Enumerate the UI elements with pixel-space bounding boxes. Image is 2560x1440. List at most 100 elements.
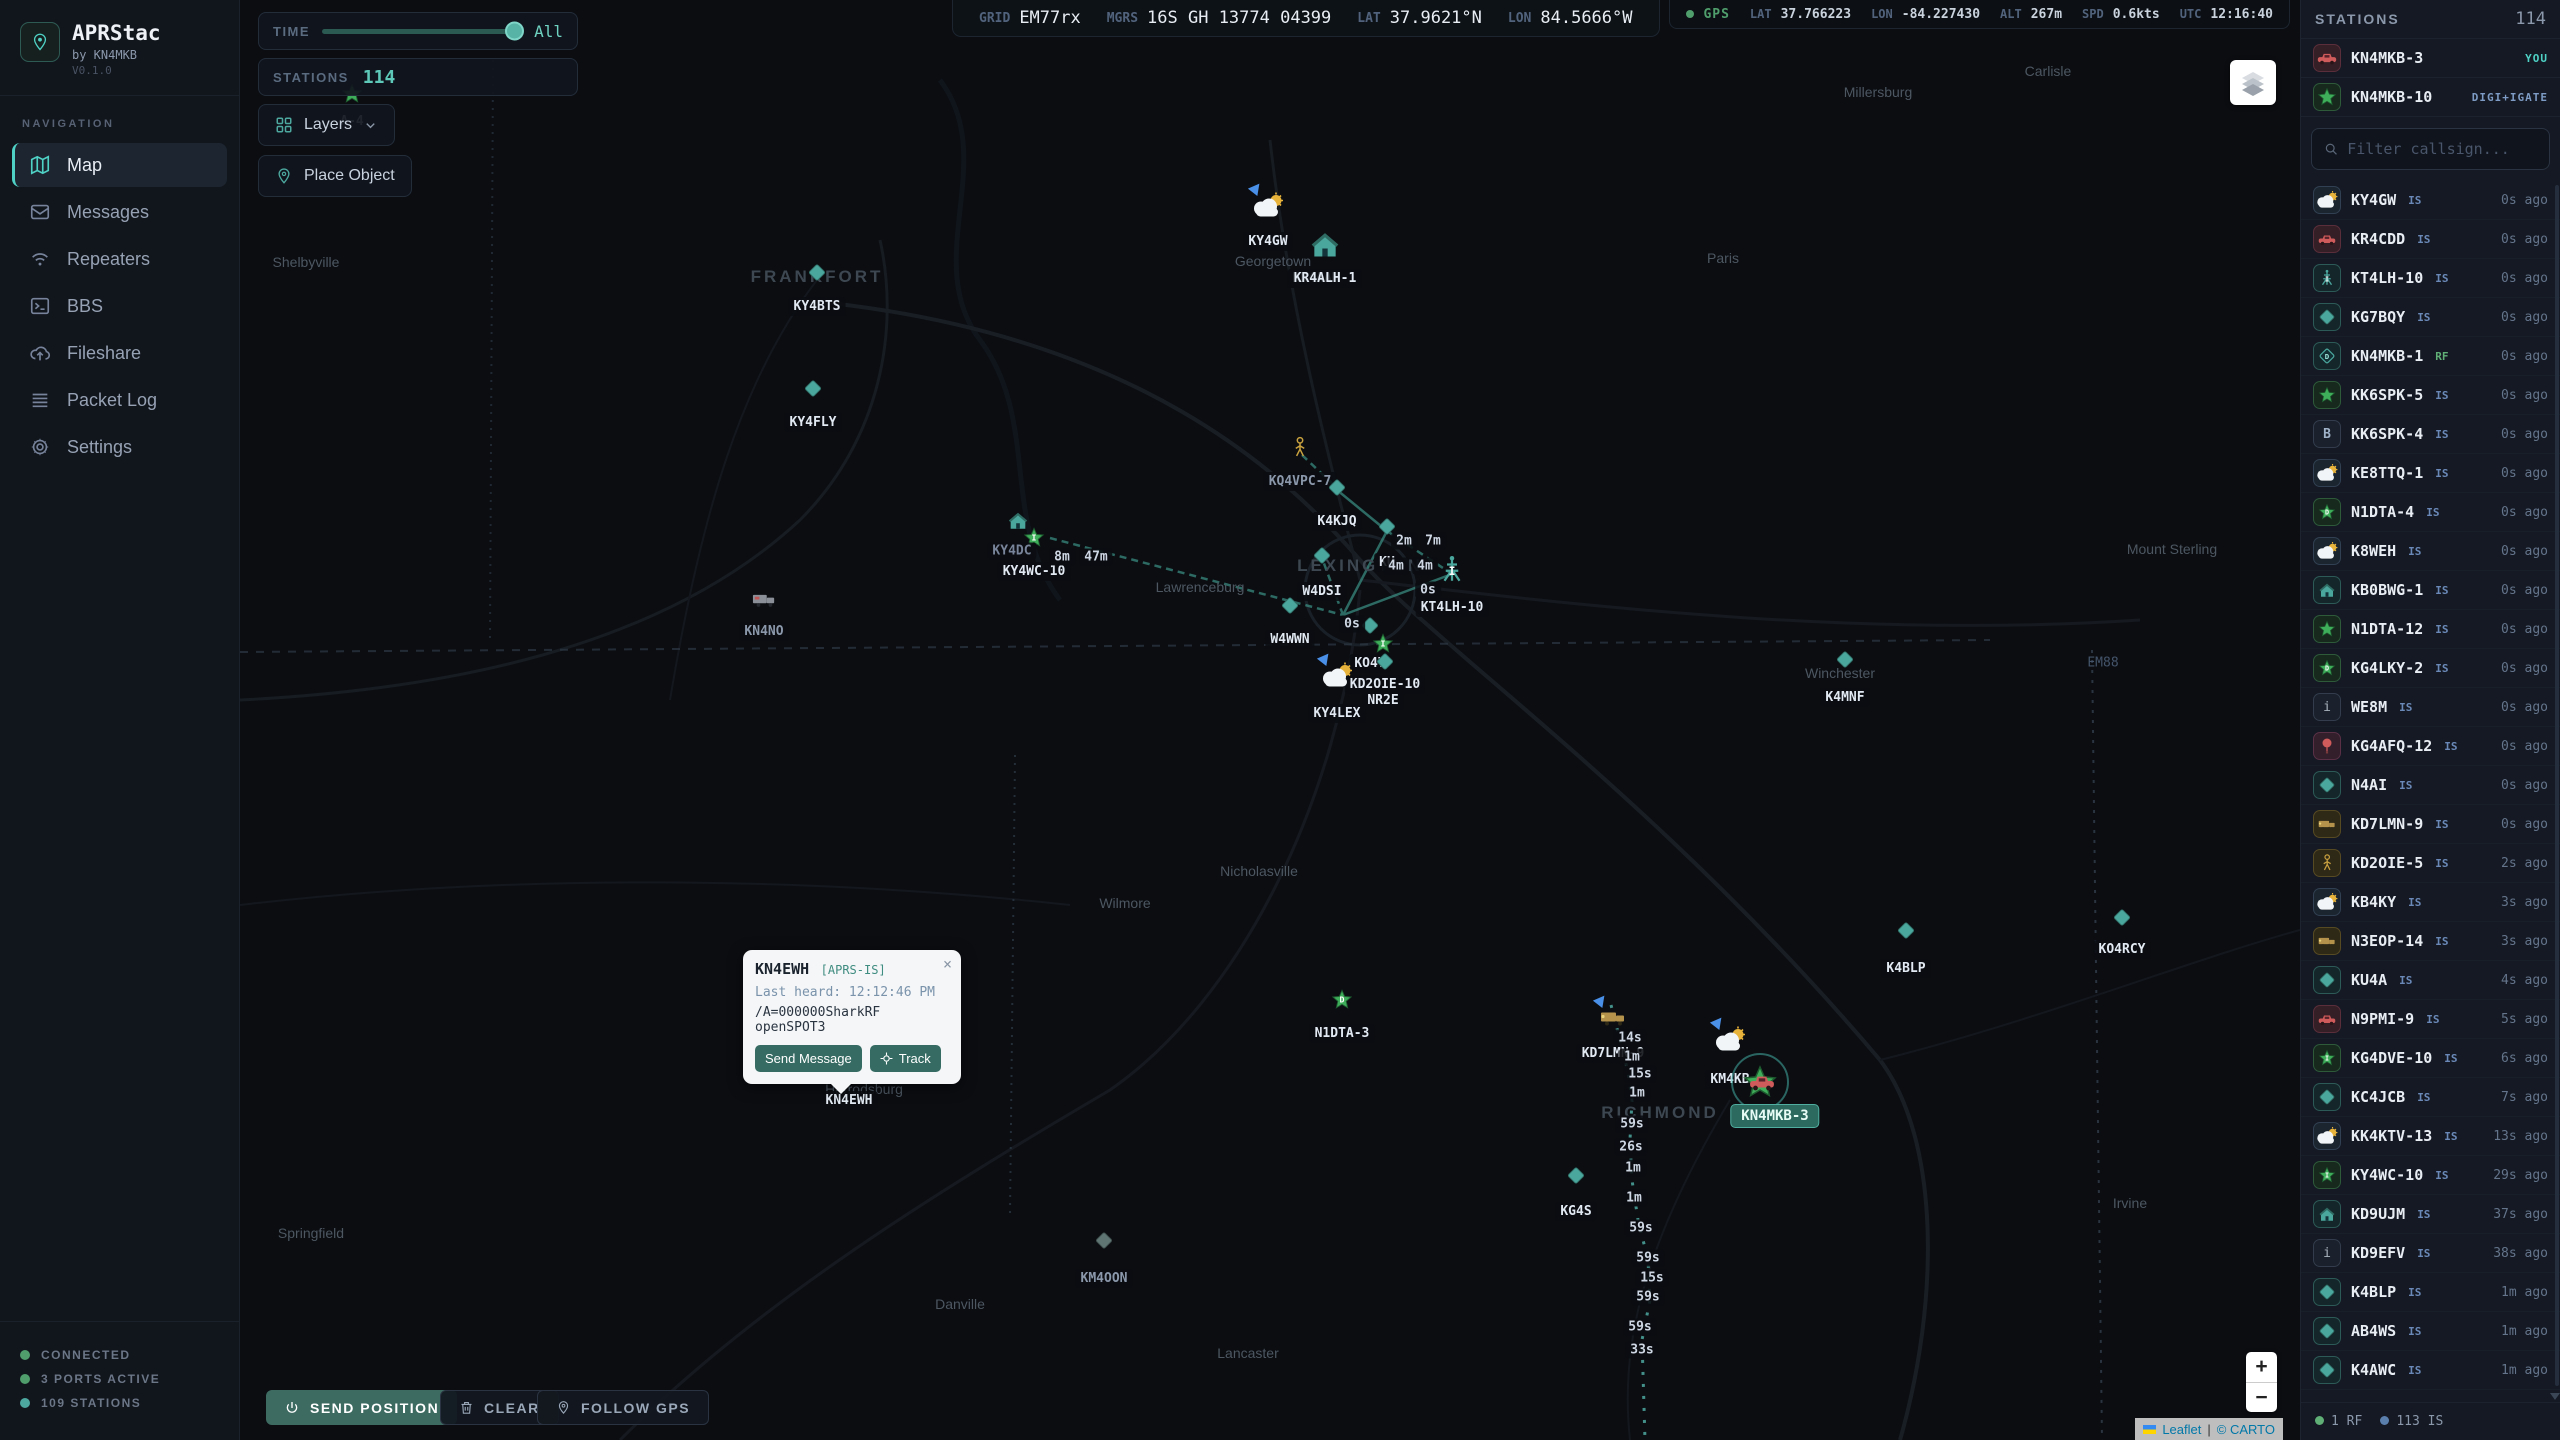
sidebar-item-map[interactable]: Map <box>12 143 227 187</box>
zoom-in-button[interactable]: + <box>2246 1352 2277 1382</box>
station-row-ku4a[interactable]: KU4AIS4s ago <box>2301 961 2560 1000</box>
station-row-kg4afq-12[interactable]: KG4AFQ-12IS0s ago <box>2301 727 2560 766</box>
digi-icon: D <box>2313 342 2341 370</box>
marker-label: KM4OON <box>1076 1269 1133 1288</box>
station-row-kd7lmn-9[interactable]: KD7LMN-9IS0s ago <box>2301 805 2560 844</box>
time-label: TIME <box>273 24 310 39</box>
sidebar-item-fileshare[interactable]: Fileshare <box>12 331 227 375</box>
station-row-n1dta-12[interactable]: N1DTA-12IS0s ago <box>2301 610 2560 649</box>
station-row-ke8ttq-1[interactable]: KE8TTQ-1IS0s ago <box>2301 454 2560 493</box>
zoom-out-button[interactable]: − <box>2246 1382 2277 1412</box>
sidebar-item-repeaters[interactable]: Repeaters <box>12 237 227 281</box>
track-button[interactable]: Track <box>870 1045 941 1072</box>
station-row-kd9efv[interactable]: iKD9EFVIS38s ago <box>2301 1234 2560 1273</box>
sidebar-item-settings[interactable]: Settings <box>12 425 227 469</box>
city-label: Mount Sterling <box>2127 541 2217 557</box>
station-row-ky4gw[interactable]: KY4GWIS0s ago <box>2301 181 2560 220</box>
popup-comment: /A=000000SharkRF openSPOT3 <box>755 1005 949 1035</box>
station-row-kk4ktv-13[interactable]: KK4KTV-13IS13s ago <box>2301 1117 2560 1156</box>
gear-icon <box>29 436 51 458</box>
station-row-n1dta-4[interactable]: DN1DTA-4IS0s ago <box>2301 493 2560 532</box>
station-row-ky4wc-10[interactable]: IKY4WC-10IS29s ago <box>2301 1156 2560 1195</box>
station-row-k8weh[interactable]: K8WEHIS0s ago <box>2301 532 2560 571</box>
scroll-down-icon[interactable] <box>2550 1393 2560 1400</box>
station-row-kt4lh-10[interactable]: IKT4LH-10IS0s ago <box>2301 259 2560 298</box>
sidebar-item-packet-log[interactable]: Packet Log <box>12 378 227 422</box>
station-row-kd2oie-5[interactable]: KD2OIE-5IS2s ago <box>2301 844 2560 883</box>
stari-icon: I <box>2313 1044 2341 1072</box>
station-row-kg4dve-10[interactable]: IKG4DVE-10IS6s ago <box>2301 1039 2560 1078</box>
svg-text:D: D <box>2325 665 2329 673</box>
leaflet-layers-control[interactable] <box>2230 60 2276 105</box>
gps-status-bar: GPSLAT37.766223LON-84.227430ALT267mSPD0.… <box>1669 0 2290 29</box>
cloud-icon <box>29 342 51 364</box>
marker-label: KY4LEX <box>1309 704 1366 723</box>
letteri-icon: i <box>2313 1239 2341 1267</box>
marker-label: N1DTA-3 <box>1310 1024 1375 1043</box>
diamond-icon <box>1280 596 1300 621</box>
diamond-icon <box>2313 303 2341 331</box>
trail-time-label: 14s <box>1613 1030 1646 1047</box>
map-canvas[interactable]: ShelbyvilleFRANKFORTGeorgetownMillersbur… <box>240 0 2300 1440</box>
filter-callsign-input[interactable] <box>2347 140 2537 158</box>
diamond-icon <box>1896 921 1916 946</box>
station-row-kb0bwg-1[interactable]: KB0BWG-1IS0s ago <box>2301 571 2560 610</box>
send-position-button[interactable]: SEND POSITION <box>266 1390 457 1425</box>
diamond-icon <box>2313 966 2341 994</box>
leaflet-link[interactable]: Leaflet <box>2162 1422 2201 1437</box>
trash-icon <box>459 1400 474 1415</box>
city-label: EM88 <box>2087 656 2118 671</box>
time-slider-knob[interactable] <box>505 22 524 41</box>
station-row-kg7bqy[interactable]: KG7BQYIS0s ago <box>2301 298 2560 337</box>
station-row-n9pmi-9[interactable]: N9PMI-9IS5s ago <box>2301 1000 2560 1039</box>
follow-gps-button[interactable]: FOLLOW GPS <box>537 1390 709 1425</box>
marker-label: KY4FLY <box>785 413 842 432</box>
status-row: 109 STATIONS <box>20 1396 219 1410</box>
path-stat-label: 47m <box>1079 549 1112 566</box>
app-header: APRStac by KN4MKB V0.1.0 <box>0 0 239 96</box>
station-row-kk6spk-5[interactable]: KK6SPK-5IS0s ago <box>2301 376 2560 415</box>
status-row: 3 PORTS ACTIVE <box>20 1372 219 1386</box>
trail-time-label: 59s <box>1615 1116 1648 1133</box>
sidebar-item-messages[interactable]: Messages <box>12 190 227 234</box>
station-row-we8m[interactable]: iWE8MIS0s ago <box>2301 688 2560 727</box>
station-row-kn4mkb-1[interactable]: DKN4MKB-1RF0s ago <box>2301 337 2560 376</box>
sidebar-item-label: Messages <box>67 202 149 223</box>
station-list-scrollbar[interactable] <box>2555 185 2559 1386</box>
station-row-kc4jcb[interactable]: KC4JCBIS7s ago <box>2301 1078 2560 1117</box>
svg-text:I: I <box>1032 533 1037 543</box>
station-row-kb4ky[interactable]: KB4KYIS3s ago <box>2301 883 2560 922</box>
place-object-button[interactable]: Place Object <box>258 155 412 197</box>
station-row-k4awc[interactable]: K4AWCIS1m ago <box>2301 1351 2560 1390</box>
layers-button[interactable]: Layers <box>258 104 395 146</box>
station-row-kr4cdd[interactable]: KR4CDDIS0s ago <box>2301 220 2560 259</box>
popup-close-icon[interactable]: × <box>943 955 952 973</box>
app-author: by KN4MKB <box>72 48 161 62</box>
sidebar-item-bbs[interactable]: BBS <box>12 284 227 328</box>
time-slider[interactable] <box>322 29 522 34</box>
station-list: KY4GWIS0s agoKR4CDDIS0s agoIKT4LH-10IS0s… <box>2301 181 2560 1402</box>
station-row-n4ai[interactable]: N4AIIS0s ago <box>2301 766 2560 805</box>
tower-icon: I <box>2313 264 2341 292</box>
city-label: Lancaster <box>1217 1345 1278 1361</box>
sidebar-item-label: BBS <box>67 296 103 317</box>
person-icon <box>1291 437 1309 464</box>
carto-link[interactable]: © CARTO <box>2217 1422 2275 1437</box>
person-icon <box>2313 849 2341 877</box>
selected-station-label[interactable]: KN4MKB-3 <box>1730 1104 1819 1128</box>
balloon-icon <box>2313 732 2341 760</box>
star-icon <box>2313 615 2341 643</box>
diamond-icon <box>1327 478 1347 503</box>
station-row-ab4ws[interactable]: AB4WSIS1m ago <box>2301 1312 2560 1351</box>
diamond-icon <box>2313 771 2341 799</box>
station-row-kg4lky-2[interactable]: DKG4LKY-2IS0s ago <box>2301 649 2560 688</box>
send-message-button[interactable]: Send Message <box>755 1045 862 1072</box>
station-row-kd9ujm[interactable]: KD9UJMIS37s ago <box>2301 1195 2560 1234</box>
station-row-k4blp[interactable]: K4BLPIS1m ago <box>2301 1273 2560 1312</box>
station-row-n3eop-14[interactable]: N3EOP-14IS3s ago <box>2301 922 2560 961</box>
stations-panel-count: 114 <box>2515 9 2546 29</box>
station-row-kk6spk-4[interactable]: BKK6SPK-4IS0s ago <box>2301 415 2560 454</box>
pinned-station-kn4mkb-10[interactable]: KN4MKB-10DIGI+IGATE <box>2301 78 2560 117</box>
pinned-station-kn4mkb-3[interactable]: KN4MKB-3YOU <box>2301 39 2560 78</box>
app-title: APRStac <box>72 22 161 45</box>
